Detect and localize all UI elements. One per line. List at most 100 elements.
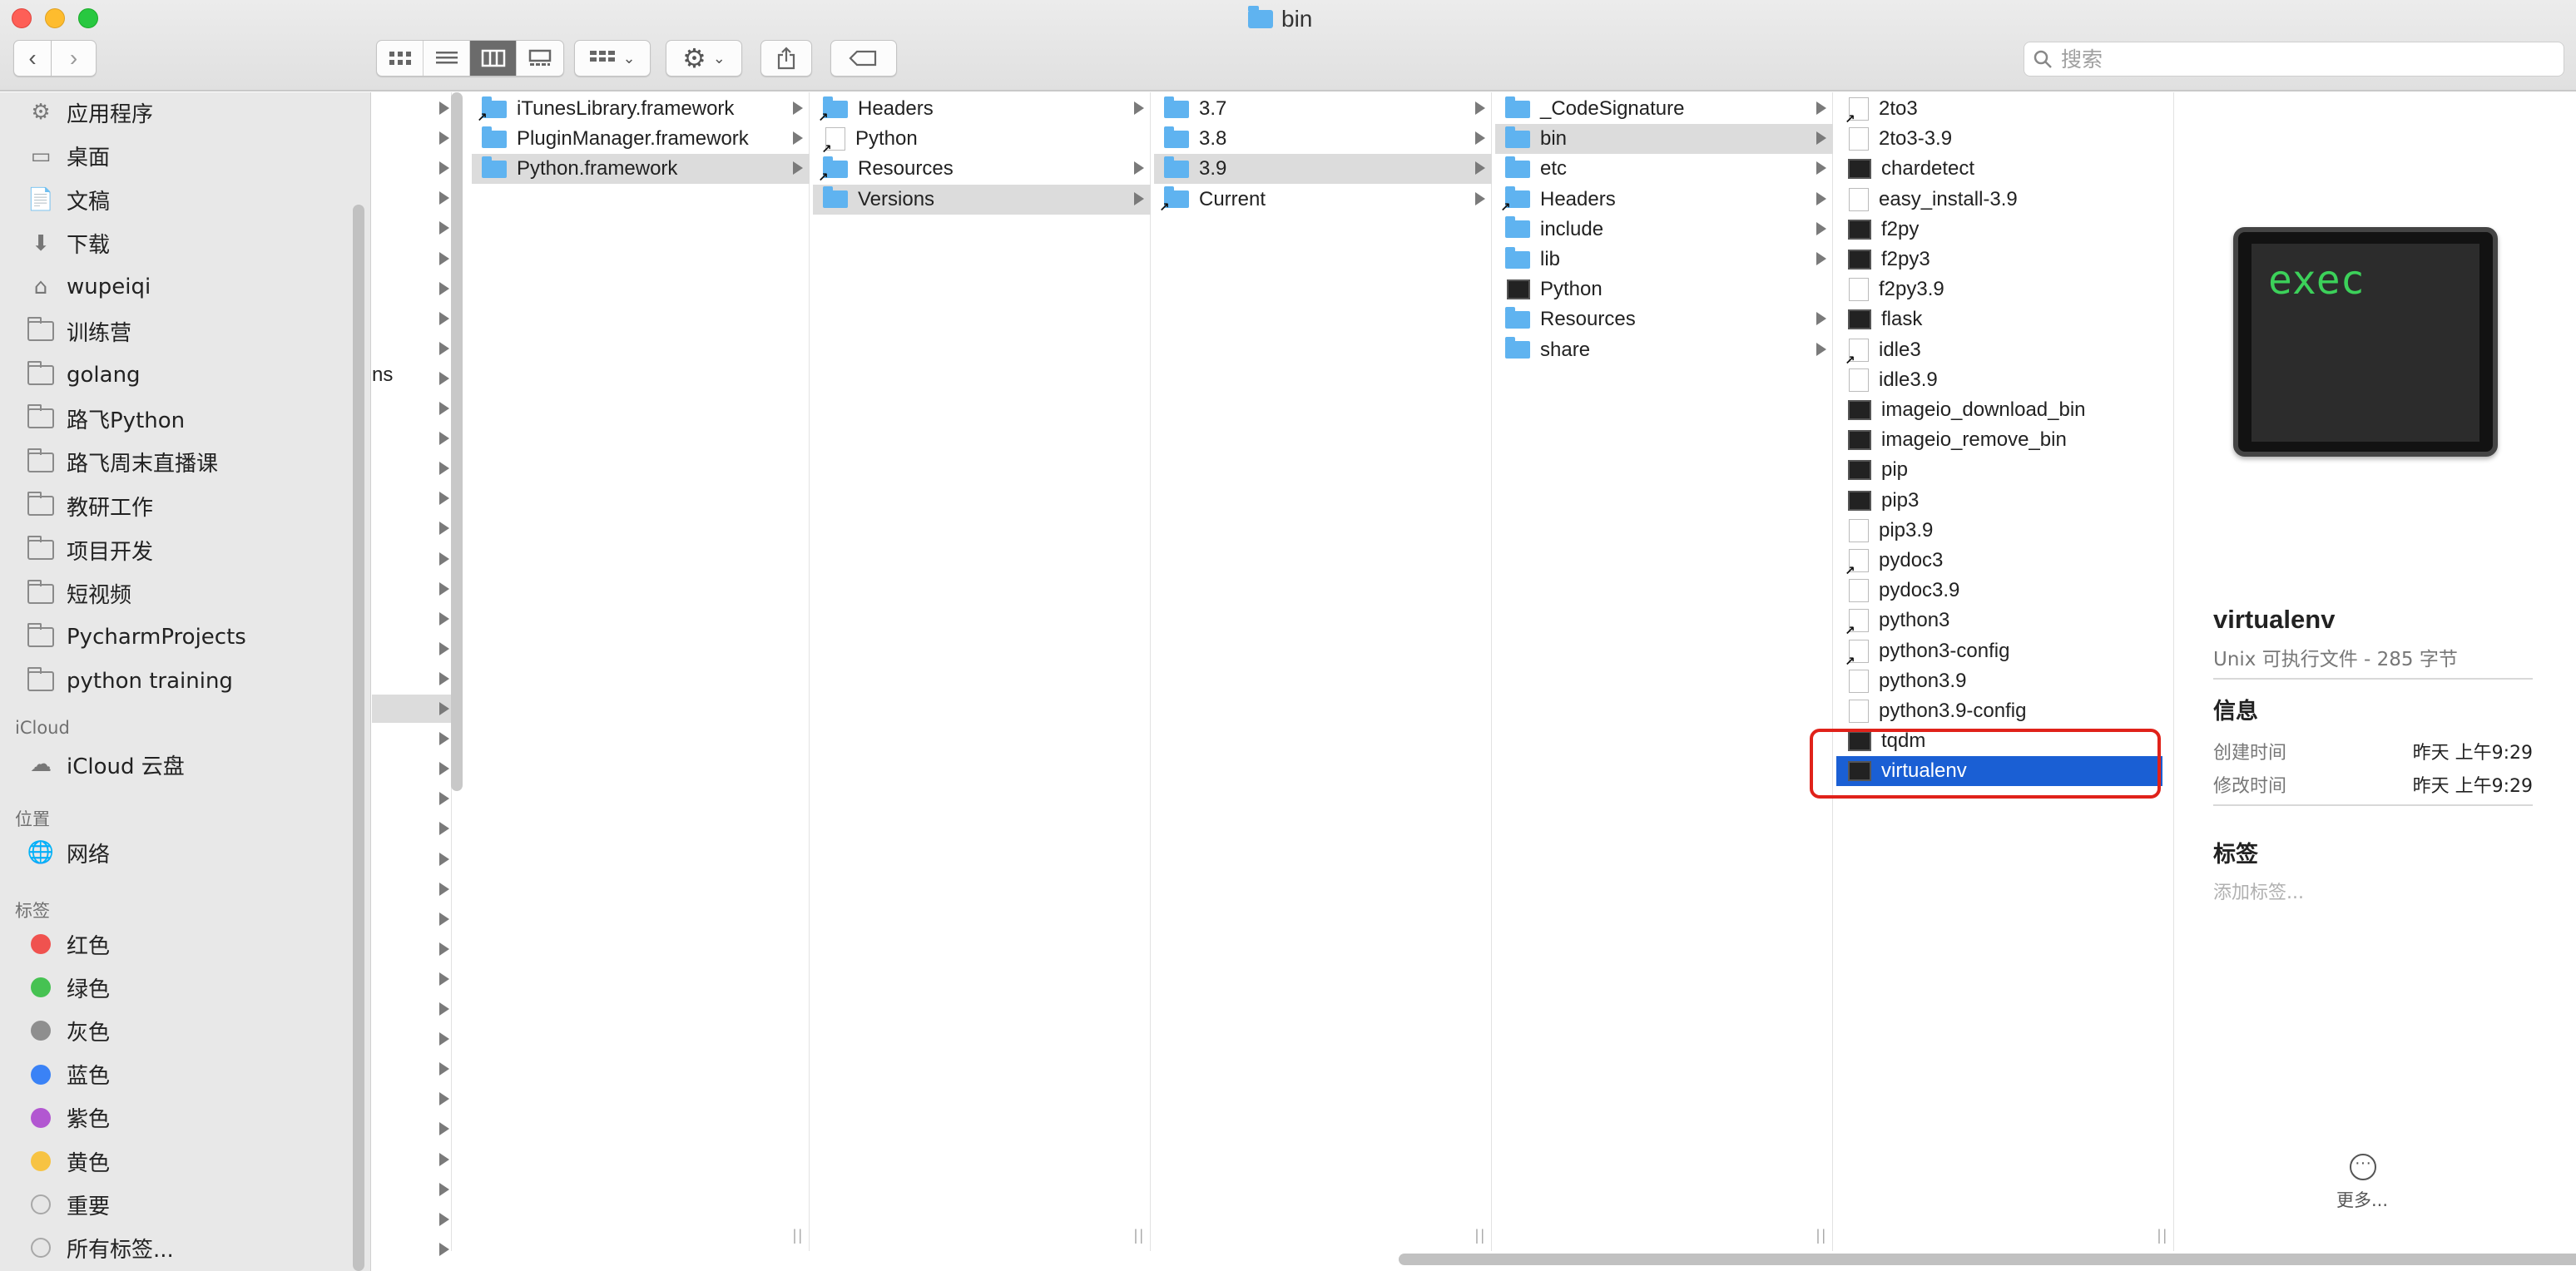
list-item[interactable]: f2py — [1836, 215, 2162, 245]
close-window-button[interactable] — [12, 8, 32, 28]
sidebar-item-5[interactable]: 训练营 — [27, 313, 131, 349]
list-item[interactable]: Resources — [813, 154, 1151, 185]
chevron-right-icon[interactable] — [439, 1122, 449, 1136]
list-item[interactable]: pydoc3.9 — [1836, 576, 2162, 606]
chevron-right-icon[interactable] — [439, 702, 449, 715]
chevron-right-icon[interactable] — [439, 462, 449, 476]
horizontal-scrollbar[interactable] — [1399, 1254, 2576, 1265]
list-item[interactable]: Python — [1495, 274, 1833, 304]
chevron-right-icon[interactable] — [439, 371, 449, 385]
share-button[interactable] — [760, 40, 812, 77]
sidebar-tag-6[interactable]: 重要 — [27, 1186, 110, 1223]
list-item[interactable]: etc — [1495, 154, 1833, 184]
chevron-right-icon[interactable] — [439, 732, 449, 746]
list-item[interactable]: 2to3-3.9 — [1836, 124, 2162, 154]
chevron-right-icon[interactable] — [439, 1092, 449, 1106]
more-icon[interactable]: ··· — [2350, 1154, 2376, 1180]
icon-view-button[interactable] — [377, 41, 424, 76]
list-item[interactable]: pip — [1836, 455, 2162, 485]
chevron-right-icon[interactable] — [439, 281, 449, 295]
chevron-right-icon[interactable] — [439, 641, 449, 655]
action-menu-button[interactable]: ⚙ ⌄ — [666, 40, 742, 77]
sidebar-item-4[interactable]: ⌂ wupeiqi — [27, 269, 151, 305]
chevron-right-icon[interactable] — [439, 492, 449, 506]
chevron-right-icon[interactable] — [439, 1242, 449, 1256]
sidebar-item-2[interactable]: 📄 文稿 — [27, 181, 110, 218]
list-item[interactable]: chardetect — [1836, 154, 2162, 184]
search-field[interactable] — [2024, 42, 2564, 77]
sidebar-item-6[interactable]: golang — [27, 357, 141, 393]
chevron-right-icon[interactable] — [439, 1182, 449, 1196]
chevron-right-icon[interactable] — [439, 1152, 449, 1166]
column-resize-handle[interactable]: || — [1816, 1227, 1827, 1244]
list-item[interactable]: idle3.9 — [1836, 365, 2162, 395]
sidebar-item-10[interactable]: 项目开发 — [27, 532, 153, 568]
back-button[interactable]: ‹ — [13, 40, 52, 77]
column-scrollbar[interactable] — [451, 92, 463, 791]
chevron-right-icon[interactable] — [439, 671, 449, 685]
more-button-label[interactable]: 更多... — [2336, 1187, 2388, 1212]
list-item[interactable]: pydoc3 — [1836, 546, 2162, 578]
list-item[interactable]: f2py3 — [1836, 245, 2162, 274]
column-view-button[interactable] — [470, 41, 517, 76]
list-item[interactable]: Resources — [1495, 304, 1833, 334]
list-item[interactable]: 2to3 — [1836, 94, 2162, 126]
chevron-right-icon[interactable] — [439, 191, 449, 205]
group-by-button[interactable]: ⌄ — [574, 40, 651, 77]
list-item[interactable]: f2py3.9 — [1836, 274, 2162, 304]
zoom-window-button[interactable] — [78, 8, 98, 28]
sidebar-item-3[interactable]: ⬇ 下载 — [27, 225, 110, 262]
chevron-right-icon[interactable] — [439, 402, 449, 415]
chevron-right-icon[interactable] — [439, 852, 449, 866]
list-item[interactable]: easy_install-3.9 — [1836, 185, 2162, 215]
chevron-right-icon[interactable] — [439, 882, 449, 896]
list-item[interactable]: flask — [1836, 304, 2162, 334]
list-item[interactable]: pip3.9 — [1836, 516, 2162, 546]
chevron-right-icon[interactable] — [439, 611, 449, 626]
list-item[interactable]: 3.9 — [1154, 154, 1492, 185]
list-item[interactable]: share — [1495, 335, 1833, 365]
tag-button[interactable] — [830, 40, 897, 77]
column-resize-handle[interactable]: || — [1134, 1227, 1145, 1244]
chevron-right-icon[interactable] — [439, 792, 449, 806]
list-item[interactable]: 3.7 — [1154, 94, 1492, 124]
list-item[interactable]: iTunesLibrary.framework — [472, 94, 810, 125]
chevron-right-icon[interactable] — [439, 912, 449, 926]
list-item[interactable]: bin — [1495, 124, 1833, 155]
list-item[interactable]: _CodeSignature — [1495, 94, 1833, 124]
chevron-right-icon[interactable] — [439, 161, 449, 176]
column-resize-handle[interactable]: || — [793, 1227, 804, 1244]
list-item[interactable]: Headers — [1495, 185, 1833, 215]
column-resize-handle[interactable]: || — [1475, 1227, 1486, 1244]
chevron-right-icon[interactable] — [439, 1212, 449, 1226]
sidebar-tag-5[interactable]: 黄色 — [27, 1143, 110, 1180]
sidebar-tag-0[interactable]: 红色 — [27, 926, 110, 962]
sidebar-item-8[interactable]: 路飞周末直播课 — [27, 444, 218, 481]
list-item[interactable]: pip3 — [1836, 486, 2162, 516]
gallery-view-button[interactable] — [517, 41, 563, 76]
chevron-right-icon[interactable] — [439, 221, 449, 235]
sidebar-tag-4[interactable]: 紫色 — [27, 1100, 110, 1136]
list-item[interactable]: python3 — [1836, 606, 2162, 638]
column-resize-handle[interactable]: || — [2157, 1227, 2168, 1244]
list-item[interactable]: python3-config — [1836, 636, 2162, 669]
sidebar-item-0[interactable]: ⚙ 应用程序 — [27, 94, 153, 131]
list-item[interactable]: python3.9 — [1836, 666, 2162, 696]
sidebar-item-12[interactable]: PycharmProjects — [27, 619, 246, 655]
chevron-right-icon[interactable] — [439, 972, 449, 986]
chevron-right-icon[interactable] — [439, 251, 449, 265]
sidebar-item-network[interactable]: 🌐 网络 — [27, 834, 110, 871]
chevron-right-icon[interactable] — [439, 762, 449, 776]
chevron-right-icon[interactable] — [439, 341, 449, 355]
minimize-window-button[interactable] — [45, 8, 65, 28]
list-item[interactable]: idle3 — [1836, 335, 2162, 368]
chevron-right-icon[interactable] — [439, 101, 449, 115]
sidebar-tag-2[interactable]: 灰色 — [27, 1012, 110, 1049]
sidebar-item-13[interactable]: python training — [27, 663, 233, 700]
list-item[interactable]: Python — [813, 124, 1151, 156]
list-item[interactable]: include — [1495, 215, 1833, 245]
sidebar-item-1[interactable]: ▭ 桌面 — [27, 138, 110, 175]
list-view-button[interactable] — [424, 41, 470, 76]
chevron-right-icon[interactable] — [439, 942, 449, 956]
add-tag-field[interactable]: 添加标签... — [2213, 878, 2304, 904]
